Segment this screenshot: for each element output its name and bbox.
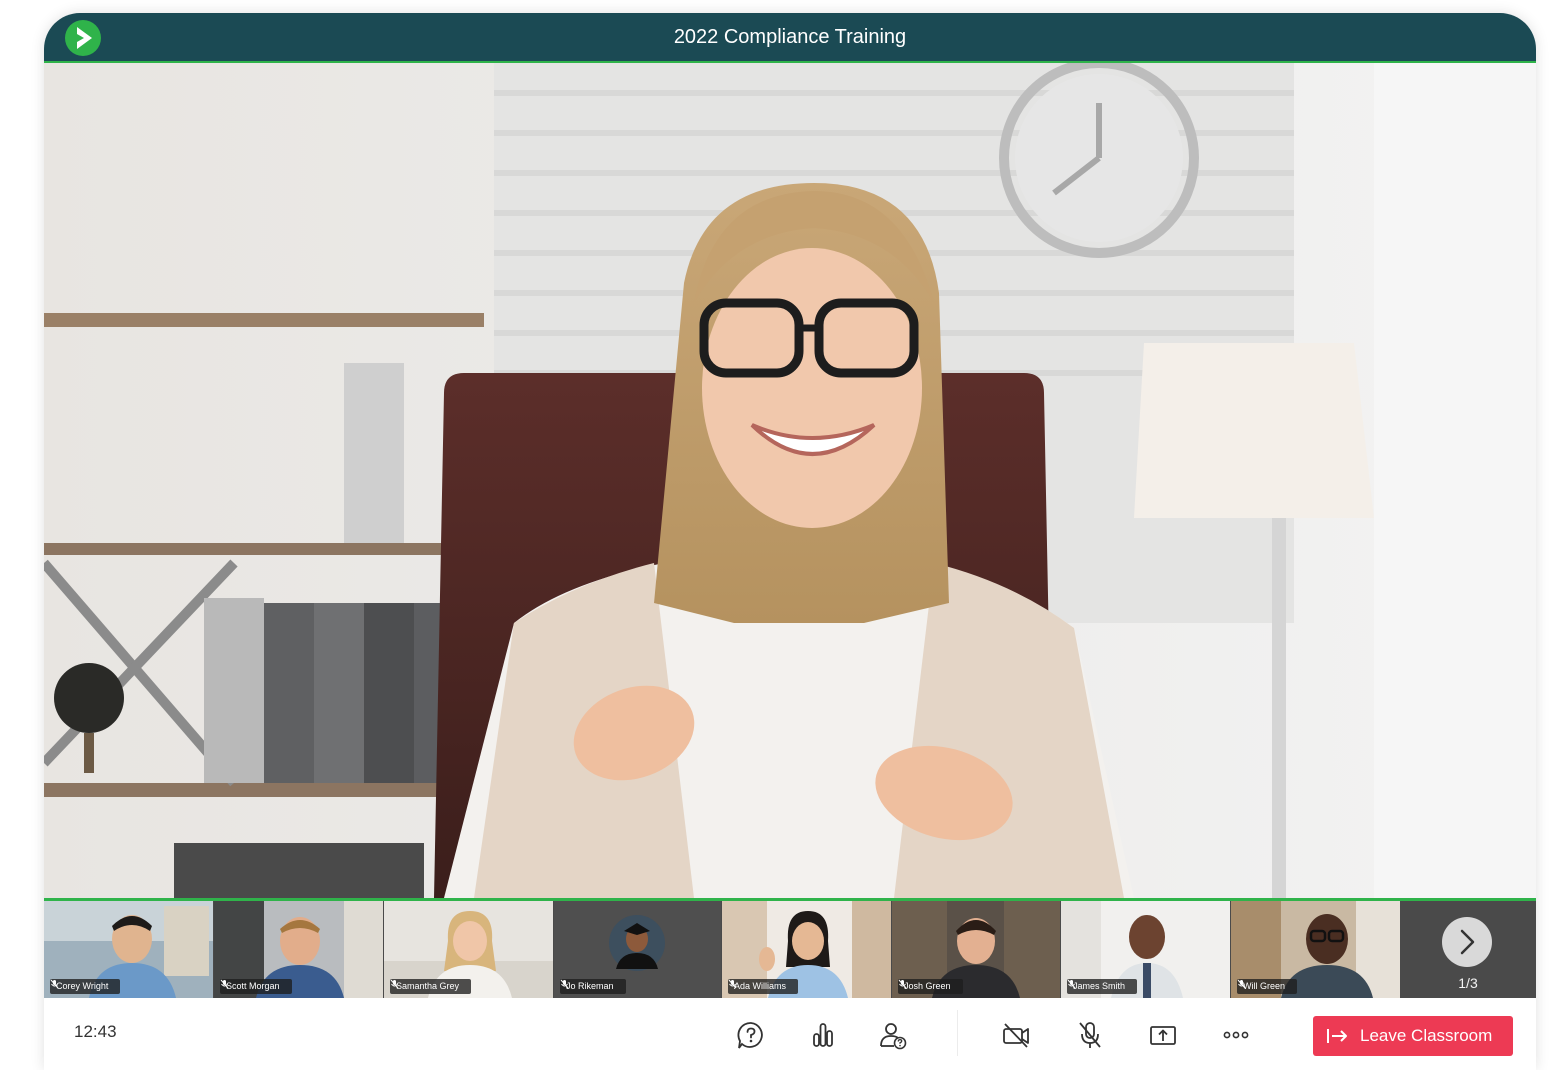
microphone-toggle-button[interactable]: [1073, 1018, 1107, 1052]
more-icon: [1223, 1031, 1249, 1039]
participants-question-button[interactable]: [876, 1018, 910, 1052]
exit-icon: [1327, 1029, 1347, 1043]
participant-name-tag: James Smith: [1067, 979, 1138, 994]
participant-name-tag: Josh Green: [898, 979, 963, 994]
session-title: 2022 Compliance Training: [673, 26, 907, 48]
classroom-window: 2022 Compliance Training Corey Wright Sc…: [44, 13, 1536, 1070]
poll-icon: [813, 1023, 833, 1047]
toolbar-divider: [957, 1010, 958, 1056]
participant-tile[interactable]: Josh Green: [892, 901, 1060, 998]
page-indicator: 1/3: [1458, 975, 1478, 991]
participant-name-tag: Jo Rikeman: [560, 979, 626, 994]
participants-question-icon: [880, 1023, 907, 1050]
participant-name-tag: Ada Williams: [728, 979, 799, 994]
more-options-button[interactable]: [1219, 1018, 1253, 1052]
camera-off-icon: [1003, 1023, 1029, 1048]
poll-button[interactable]: [806, 1018, 840, 1052]
participant-tile[interactable]: Corey Wright: [44, 901, 213, 998]
share-screen-icon: [1150, 1026, 1176, 1045]
mic-off-icon: [1079, 1022, 1101, 1048]
participant-tile[interactable]: Jo Rikeman: [554, 901, 721, 998]
participant-name-tag: Will Green: [1237, 979, 1298, 994]
participant-tile[interactable]: James Smith: [1061, 901, 1230, 998]
participant-name-tag: Samantha Grey: [390, 979, 472, 994]
session-clock: 12:43: [74, 1022, 117, 1041]
participant-name-tag: Scott Morgan: [220, 979, 292, 994]
participant-name-tag: Corey Wright: [50, 979, 121, 994]
presenter-video: [44, 63, 1536, 898]
leave-classroom-button[interactable]: Leave Classroom: [1313, 1016, 1513, 1056]
control-bar: 12:43 Leave Classroom: [44, 998, 1536, 1070]
participant-tile[interactable]: Ada Williams: [722, 901, 891, 998]
chevron-right-icon: [1460, 929, 1475, 955]
participant-tile[interactable]: Samantha Grey: [384, 901, 553, 998]
leave-classroom-label: Leave Classroom: [1360, 1026, 1493, 1045]
next-page-button[interactable]: [1442, 917, 1492, 967]
title-bar: 2022 Compliance Training: [44, 13, 1536, 63]
participant-tile[interactable]: Will Green: [1231, 901, 1400, 998]
camera-toggle-button[interactable]: [999, 1018, 1033, 1052]
question-button[interactable]: [734, 1018, 768, 1052]
participant-strip: Corey Wright Scott Morgan Samantha Grey …: [44, 898, 1536, 998]
participant-pager: 1/3: [1400, 901, 1536, 998]
participant-tile[interactable]: Scott Morgan: [214, 901, 383, 998]
question-icon: [737, 1022, 763, 1049]
share-screen-button[interactable]: [1146, 1018, 1180, 1052]
